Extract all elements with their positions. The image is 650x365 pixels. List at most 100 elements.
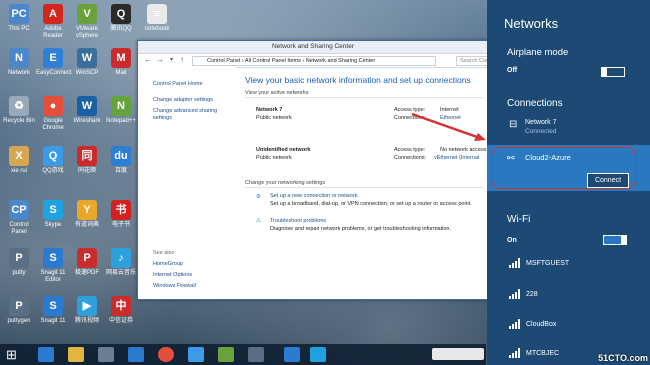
- desktop-icon[interactable]: W WinSCP: [70, 48, 104, 77]
- desktop-icon-label: Control Panel: [9, 222, 29, 235]
- desktop-icon[interactable]: ≡ notebook: [140, 4, 174, 33]
- link-change-adapter[interactable]: Change adapter settings: [153, 97, 213, 104]
- network-sharing-window: Network and Sharing Center ← → ▾ ↑ Contr…: [137, 40, 521, 300]
- app-icon: Q: [43, 146, 63, 166]
- input-tray[interactable]: [432, 348, 484, 360]
- desktop-icon[interactable]: Q 腾讯QQ: [104, 4, 138, 33]
- desktop-icon[interactable]: 中中信证券: [104, 296, 138, 325]
- wifi-network[interactable]: 228: [487, 289, 650, 305]
- wifi-network[interactable]: CloudBox: [487, 319, 650, 335]
- network1-name: Network 7: [256, 107, 283, 113]
- desktop-icon[interactable]: ● Google Chrome: [36, 96, 70, 132]
- desktop-icon[interactable]: S Snagit 11: [36, 296, 70, 325]
- ie-icon[interactable]: [38, 347, 54, 362]
- network2-access-label: Access type:: [394, 147, 426, 153]
- desktop-icon[interactable]: 书电子书: [104, 200, 138, 229]
- network2-type[interactable]: Public network: [256, 155, 292, 161]
- taskbar-app2-icon[interactable]: [128, 347, 144, 362]
- breadcrumb-control-panel[interactable]: Control Panel: [207, 58, 240, 64]
- left-pane: Control Panel Home Change adapter settin…: [138, 67, 236, 297]
- desktop-icon[interactable]: ♻ Recycle Bin: [2, 96, 36, 125]
- breadcrumb-current[interactable]: Network and Sharing Center: [306, 58, 375, 64]
- desktop-icon[interactable]: Q QQ游戏: [36, 146, 70, 175]
- desktop-icon[interactable]: du 百度: [104, 146, 138, 175]
- connection-network7[interactable]: ⊟ Network 7 Connected: [487, 116, 650, 144]
- desktop-icon-label: Adobe Reader: [43, 26, 63, 39]
- setup-connection-link[interactable]: Set up a new connection or network: [270, 193, 357, 199]
- address-bar[interactable]: Control Panel › All Control Panel Items …: [192, 56, 436, 66]
- airplane-toggle[interactable]: [601, 67, 625, 77]
- wifi-toggle[interactable]: [603, 235, 627, 245]
- link-advanced-sharing[interactable]: Change advanced sharing settings: [153, 108, 227, 121]
- connection-name: Network 7: [525, 119, 557, 126]
- desktop-icon[interactable]: ♪ 网易云音乐: [104, 248, 138, 277]
- desktop-icon[interactable]: Xxie rui: [2, 146, 36, 175]
- desktop-icon[interactable]: M Mail: [104, 48, 138, 77]
- taskbar: ⊞: [0, 344, 486, 365]
- dropdown-icon[interactable]: ▾: [170, 56, 173, 63]
- desktop-icon[interactable]: ▶ 腾讯视频: [70, 296, 104, 325]
- troubleshoot-link[interactable]: Troubleshoot problems: [270, 218, 326, 224]
- desktop-icon[interactable]: V VMware vSphere: [70, 4, 104, 40]
- link-windows-firewall[interactable]: Windows Firewall: [153, 283, 196, 290]
- desktop-icon-label: Wireshark: [73, 118, 101, 124]
- networks-charm: Networks Airplane mode Off Connections ⊟…: [487, 0, 650, 365]
- link-control-panel-home[interactable]: Control Panel Home: [153, 81, 203, 88]
- desktop-icon[interactable]: Pputty: [2, 248, 36, 277]
- taskbar-app5-icon[interactable]: [248, 347, 264, 362]
- desktop-icon-label: 极速PDF: [74, 270, 99, 276]
- chrome-icon[interactable]: [158, 347, 174, 362]
- skype-taskbar-icon[interactable]: [310, 347, 326, 362]
- taskbar-app-icon[interactable]: [98, 347, 114, 362]
- forward-icon[interactable]: →: [156, 55, 164, 64]
- desktop-icon[interactable]: S Skype: [36, 200, 70, 229]
- app-icon: ♪: [111, 248, 131, 268]
- taskbar-app4-icon[interactable]: [218, 347, 234, 362]
- charm-title: Networks: [504, 16, 559, 31]
- desktop-icon-label: xie rui: [10, 168, 27, 174]
- desktop-icon[interactable]: CP Control Panel: [2, 200, 36, 236]
- desktop-icon[interactable]: N Network: [2, 48, 36, 77]
- desktop-icon[interactable]: PC This PC: [2, 4, 36, 33]
- desktop-icon[interactable]: S Snagit 11 Editor: [36, 248, 70, 284]
- app-icon: N: [111, 96, 131, 116]
- wifi-signal-icon: [509, 258, 521, 268]
- wifi-network[interactable]: MSFTGUEST: [487, 258, 650, 274]
- link-homegroup[interactable]: HomeGroup: [153, 261, 183, 268]
- up-icon[interactable]: ↑: [180, 55, 184, 64]
- desktop-icon[interactable]: E EasyConnect: [36, 48, 72, 77]
- connection-cloud2-azure[interactable]: ⚯ Cloud2-Azure Connect: [487, 145, 650, 191]
- desktop-icon-label: Network: [7, 70, 30, 76]
- wifi-label: Wi-Fi: [507, 214, 531, 225]
- link-internet-options[interactable]: Internet Options: [153, 272, 192, 279]
- app-icon: PC: [9, 4, 29, 24]
- desktop-icon[interactable]: W Wireshark: [70, 96, 104, 125]
- desktop-icon[interactable]: 同同花顺: [70, 146, 104, 175]
- change-settings-heading: Change your networking settings: [245, 180, 326, 186]
- desktop-icon[interactable]: P 极速PDF: [70, 248, 104, 277]
- network1-type[interactable]: Public network: [256, 115, 292, 121]
- troubleshoot-desc: Diagnose and repair network problems, or…: [270, 226, 451, 232]
- desktop-icon[interactable]: N Notepad++: [104, 96, 138, 125]
- network2-connection-link[interactable]: vEthernet (Internal: [434, 155, 479, 161]
- desktop-icon-label: EasyConnect: [36, 70, 72, 76]
- window-titlebar[interactable]: Network and Sharing Center: [138, 41, 488, 54]
- connect-button[interactable]: Connect: [587, 173, 629, 188]
- desktop-icon[interactable]: A Adobe Reader: [36, 4, 70, 40]
- desktop-icon-label: Snagit 11: [40, 318, 66, 324]
- network-center-taskbar-icon[interactable]: [284, 347, 300, 362]
- desktop-icon-label: puttygen: [7, 318, 31, 324]
- desktop-icon-label: notebook: [144, 26, 170, 32]
- new-connection-icon: ⚙: [256, 194, 261, 200]
- start-icon[interactable]: ⊞: [6, 347, 22, 362]
- desktop-icon[interactable]: Y 有道词典: [70, 200, 104, 229]
- setup-connection-desc: Set up a broadband, dial-up, or VPN conn…: [270, 201, 472, 207]
- explorer-icon[interactable]: [68, 347, 84, 362]
- desktop-icon-label: Skype: [44, 222, 62, 228]
- back-icon[interactable]: ←: [144, 55, 152, 64]
- desktop-icon-label: This PC: [8, 26, 30, 32]
- taskbar-app3-icon[interactable]: [188, 347, 204, 362]
- desktop-icon-label: Mail: [115, 70, 127, 76]
- breadcrumb-all-items[interactable]: All Control Panel Items: [245, 58, 301, 64]
- desktop-icon[interactable]: Pputtygen: [2, 296, 36, 325]
